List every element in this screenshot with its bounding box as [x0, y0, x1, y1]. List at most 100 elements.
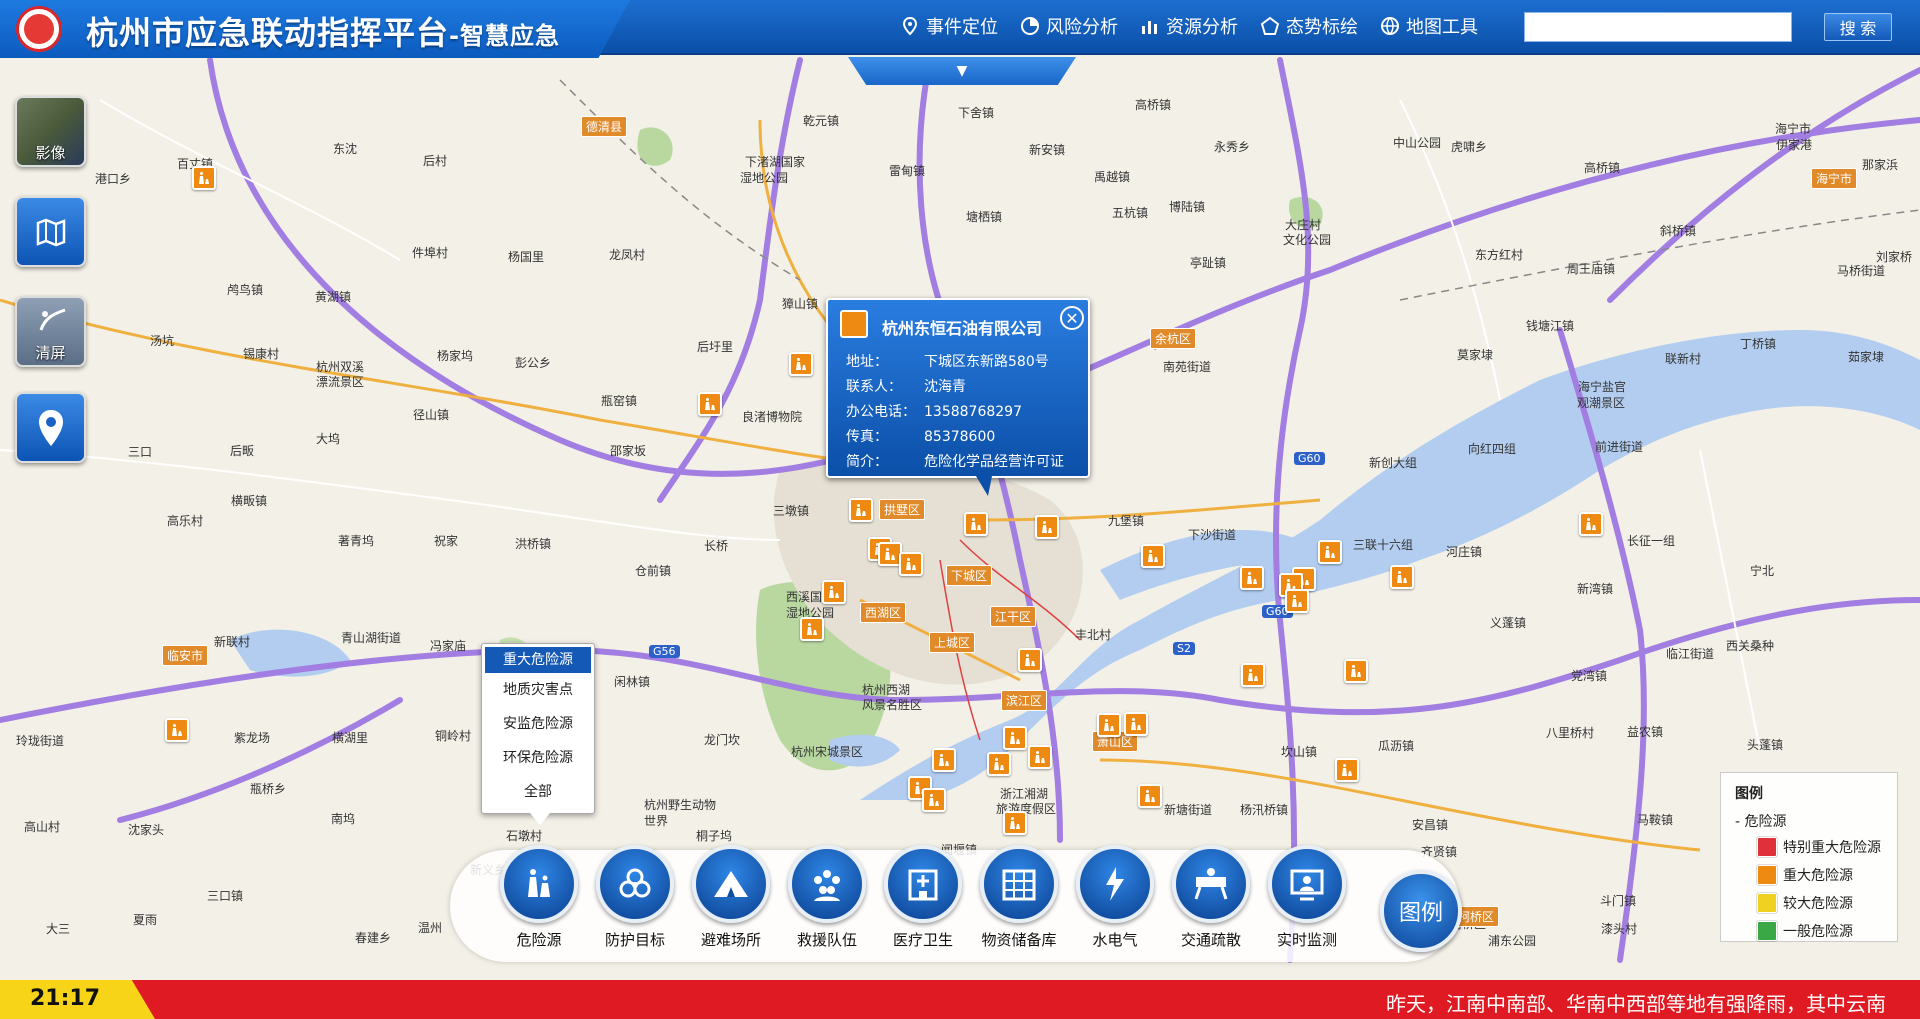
place-label: 邵家坂	[610, 444, 647, 458]
place-label: 坎山镇	[1281, 745, 1318, 759]
tool-shelter[interactable]: 避难场所	[688, 845, 774, 950]
legend-label: 较大危险源	[1783, 896, 1853, 912]
hazard-marker[interactable]	[822, 580, 846, 604]
hazard-marker[interactable]	[789, 352, 813, 376]
hazard-marker[interactable]	[1124, 712, 1148, 736]
hazard-marker[interactable]	[800, 617, 824, 641]
nav-event-locate[interactable]: 事件定位	[900, 13, 998, 39]
place-label: 横湖里	[332, 731, 369, 745]
hazard-marker[interactable]	[964, 512, 988, 536]
tool-utilities[interactable]: 水电气	[1072, 845, 1158, 950]
tool-rescue-team[interactable]: 救援队伍	[784, 845, 870, 950]
hazard-marker[interactable]	[1318, 540, 1342, 564]
tool-label: 实时监测	[1276, 931, 1337, 949]
locate-button[interactable]	[15, 392, 86, 463]
tool-warehouse[interactable]: 物资储备库	[976, 845, 1062, 950]
hazard-marker[interactable]	[987, 752, 1011, 776]
tool-hazard-source[interactable]: 危险源	[496, 845, 582, 950]
place-label: 杭州野生动物	[644, 798, 717, 812]
place-label: 瓶桥乡	[250, 782, 287, 796]
hazard-marker[interactable]	[1138, 784, 1162, 808]
legend-item-major: 重大危险源	[1757, 865, 1853, 885]
menu-item-safety-hazard[interactable]: 安监危险源	[482, 707, 594, 741]
hazard-plant-icon	[1586, 518, 1596, 530]
monitor-icon	[1290, 869, 1324, 901]
tool-label: 交通疏散	[1180, 931, 1241, 949]
hazard-marker[interactable]	[1141, 544, 1165, 568]
hazard-marker[interactable]	[932, 748, 956, 772]
place-label: 禹越镇	[1094, 170, 1131, 184]
place-label: 前进街道	[1595, 440, 1644, 454]
app-title: 杭州市应急联动指挥平台-智慧应急	[86, 14, 560, 52]
district-label-yuhang: 余杭区	[1150, 328, 1197, 349]
row-value: 下城区东新路580号	[924, 354, 1049, 370]
popup-row-contact: 联系人： 沈海青	[846, 375, 1064, 400]
menu-item-geo-disaster[interactable]: 地质灾害点	[482, 673, 594, 707]
hazard-plant-icon	[1042, 521, 1052, 533]
nav-situation-plot[interactable]: 态势标绘	[1260, 13, 1358, 39]
hazard-plant-icon	[906, 558, 916, 570]
hazard-plant-icon	[971, 518, 981, 530]
collapse-tab[interactable]: ▼	[848, 57, 1076, 85]
tool-medical[interactable]: 医疗卫生	[880, 845, 966, 950]
hazard-marker[interactable]	[922, 788, 946, 812]
legend-group[interactable]: - 危险源	[1735, 811, 1787, 831]
popup-title: 杭州东恒石油有限公司	[882, 319, 1043, 338]
hazard-marker[interactable]	[1097, 713, 1121, 737]
hazard-marker[interactable]	[1241, 663, 1265, 687]
hazard-marker[interactable]	[1003, 811, 1027, 835]
close-icon[interactable]: ✕	[1060, 306, 1084, 330]
search-button[interactable]: 搜 索	[1824, 13, 1892, 41]
place-label: 长桥	[704, 539, 729, 553]
hazard-marker[interactable]	[1028, 745, 1052, 769]
hazard-marker[interactable]	[1035, 515, 1059, 539]
place-label: 马鞍镇	[1637, 813, 1674, 827]
legend-label: 特别重大危险源	[1783, 840, 1881, 856]
clear-screen-button[interactable]: 清屏	[15, 296, 86, 367]
menu-item-all[interactable]: 全部	[482, 775, 594, 809]
place-label: 三墩镇	[773, 504, 810, 518]
hazard-marker[interactable]	[165, 718, 189, 742]
place-label: 彭公乡	[515, 356, 552, 370]
hazard-marker[interactable]	[1335, 758, 1359, 782]
hazard-marker[interactable]	[1018, 648, 1042, 672]
search-input[interactable]	[1524, 12, 1792, 42]
imagery-toggle[interactable]: 影像	[15, 96, 86, 167]
hazard-marker[interactable]	[1003, 726, 1027, 750]
hazard-marker[interactable]	[899, 552, 923, 576]
menu-item-env-hazard[interactable]: 环保危险源	[482, 741, 594, 775]
hazard-type-menu: 重大危险源 地质灾害点 安监危险源 环保危险源 全部	[481, 643, 595, 825]
tool-protection-target[interactable]: 防护目标	[592, 845, 678, 950]
title-block: 杭州市应急联动指挥平台-智慧应急	[0, 0, 630, 58]
hazard-marker[interactable]	[849, 498, 873, 522]
tool-realtime-monitor[interactable]: 实时监测	[1264, 845, 1350, 950]
nav-resource-analysis[interactable]: 资源分析	[1140, 13, 1238, 39]
hazard-plant-icon	[528, 869, 550, 897]
biohazard-icon	[619, 868, 651, 898]
hazard-marker[interactable]	[1579, 512, 1603, 536]
map-view-button[interactable]	[15, 196, 86, 267]
nav-map-tools[interactable]: 地图工具	[1380, 13, 1478, 39]
place-label: 杨汛桥镇	[1240, 803, 1289, 817]
hazard-marker[interactable]	[1285, 589, 1309, 613]
hazard-plant-icon	[1247, 572, 1257, 584]
nav-risk-analysis[interactable]: 风险分析	[1020, 13, 1118, 39]
tool-traffic-evacuation[interactable]: 交通疏散	[1168, 845, 1254, 950]
menu-item-major-hazard[interactable]: 重大危险源	[485, 647, 591, 673]
hazard-plant-icon	[1351, 665, 1361, 677]
hazard-marker[interactable]	[1390, 565, 1414, 589]
tool-label: 危险源	[516, 931, 562, 949]
hazard-plant-icon	[1397, 571, 1407, 583]
place-label: 斗门镇	[1600, 894, 1637, 908]
district-label-shangcheng: 上城区	[929, 632, 976, 653]
hazard-marker[interactable]	[1344, 659, 1368, 683]
place-label: 后畈	[230, 444, 255, 458]
place-label: 新湾镇	[1577, 582, 1614, 596]
hazard-marker[interactable]	[698, 392, 722, 416]
place-label: 下渚湖国家	[745, 155, 806, 169]
legend-button[interactable]: 图例	[1380, 870, 1462, 952]
hazard-marker[interactable]	[192, 166, 216, 190]
place-label: 湿地公园	[740, 171, 789, 185]
hazard-marker[interactable]	[1240, 566, 1264, 590]
place-label: 夏雨	[133, 913, 158, 927]
